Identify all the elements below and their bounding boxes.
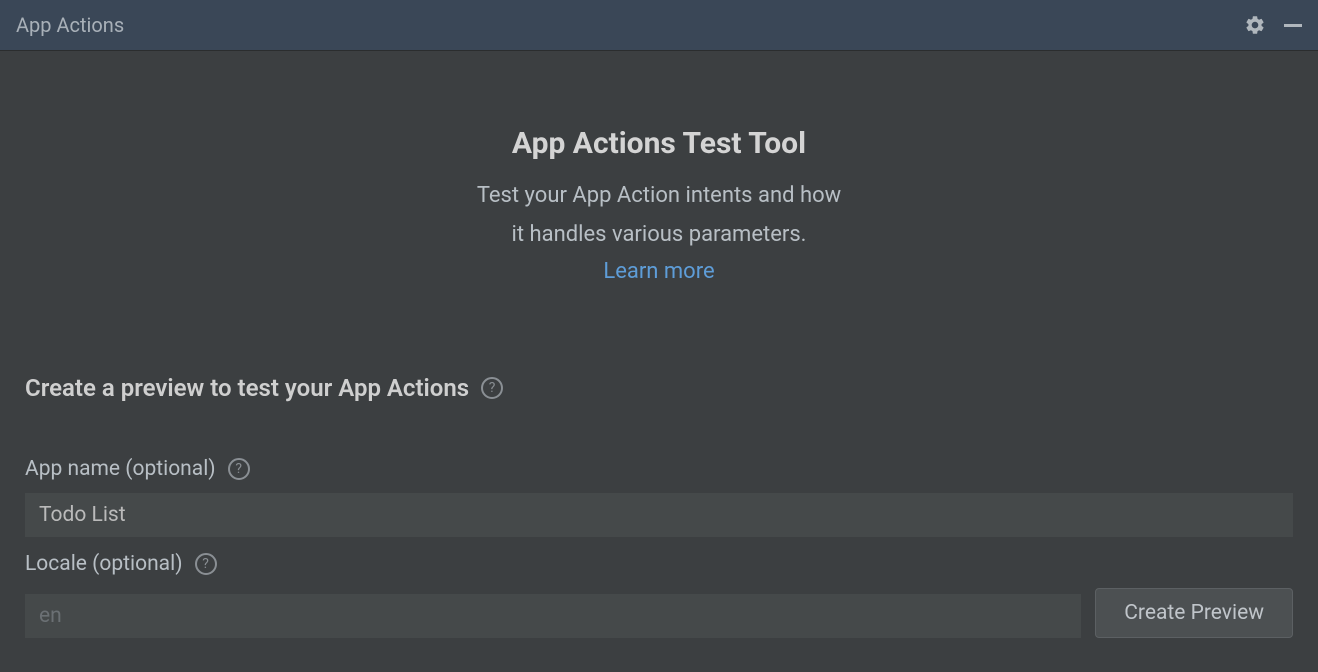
locale-label-row: Locale (optional) ?	[25, 552, 1293, 576]
help-icon[interactable]: ?	[481, 377, 503, 399]
titlebar-title: App Actions	[16, 13, 124, 37]
section-heading-row: Create a preview to test your App Action…	[25, 374, 1293, 402]
gear-icon[interactable]	[1244, 14, 1266, 36]
section-heading: Create a preview to test your App Action…	[25, 374, 469, 402]
subtitle-line2: it handles various parameters.	[20, 220, 1298, 251]
main-title: App Actions Test Tool	[20, 126, 1298, 161]
main-content: App Actions Test Tool Test your App Acti…	[0, 51, 1318, 638]
create-preview-button[interactable]: Create Preview	[1095, 588, 1293, 638]
subtitle-line1: Test your App Action intents and how	[20, 181, 1298, 212]
form-section: Create a preview to test your App Action…	[0, 374, 1318, 638]
app-name-label-row: App name (optional) ?	[25, 457, 1293, 481]
minimize-icon[interactable]	[1284, 24, 1302, 27]
learn-more-link[interactable]: Learn more	[603, 259, 714, 284]
locale-label: Locale (optional)	[25, 552, 183, 576]
help-icon[interactable]: ?	[228, 458, 250, 480]
titlebar: App Actions	[0, 0, 1318, 51]
titlebar-actions	[1244, 14, 1302, 36]
app-name-field-row: App name (optional) ?	[25, 457, 1293, 537]
locale-input[interactable]	[25, 594, 1081, 638]
help-icon[interactable]: ?	[195, 553, 217, 575]
app-name-label: App name (optional)	[25, 457, 216, 481]
bottom-row: Create Preview	[25, 588, 1293, 638]
locale-column	[25, 594, 1081, 638]
header-section: App Actions Test Tool Test your App Acti…	[0, 51, 1318, 374]
app-name-input[interactable]	[25, 493, 1293, 537]
